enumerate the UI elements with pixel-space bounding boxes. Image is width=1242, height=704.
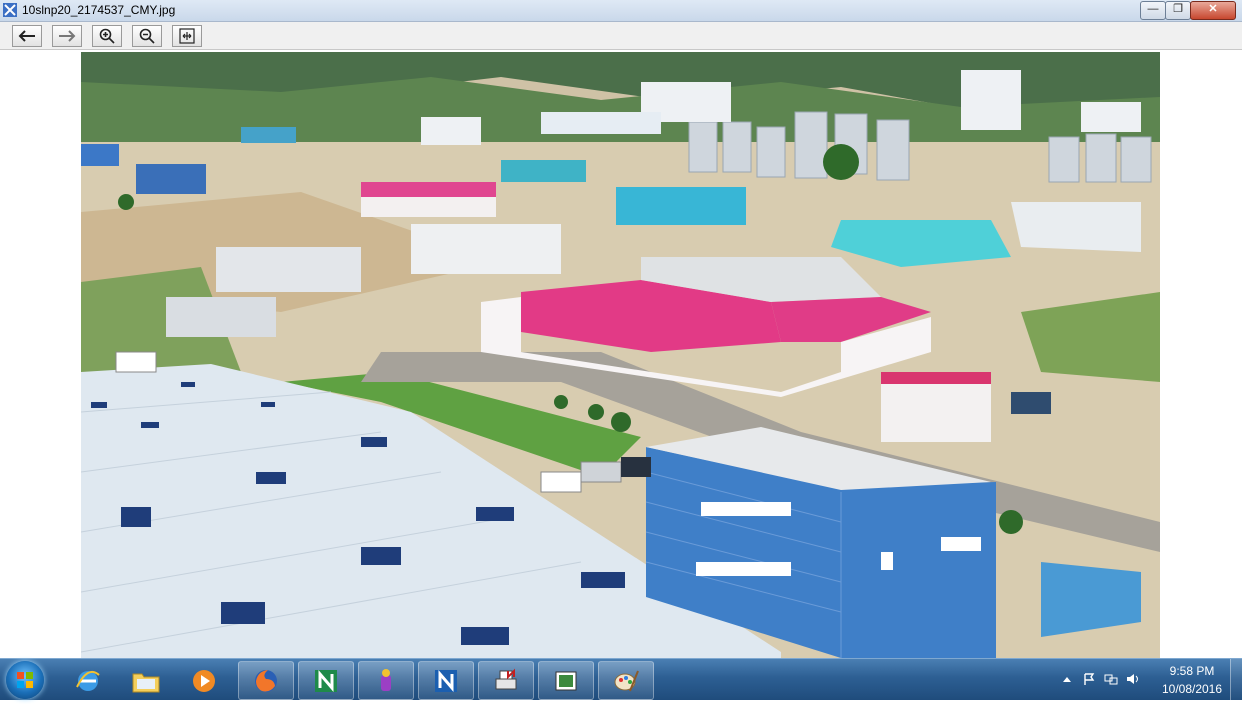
firefox-icon	[255, 669, 277, 692]
paint-icon	[614, 670, 639, 691]
network-icon[interactable]	[1104, 673, 1118, 685]
taskbar: 9:58 PM 10/08/2016	[0, 658, 1242, 700]
taskbar-firefox[interactable]	[238, 661, 294, 700]
folder-icon	[132, 673, 160, 692]
taskbar-n-app-green[interactable]	[298, 661, 354, 700]
viewer-toolbar	[0, 22, 1242, 50]
title-bar: 10slnp20_2174537_CMY.jpg — ❐ ✕	[0, 0, 1242, 22]
zoom-out-icon	[139, 28, 155, 44]
viewer-icon	[555, 671, 577, 690]
n-green-icon	[315, 669, 337, 692]
n-printer-icon	[495, 668, 517, 689]
zoom-in-icon	[99, 28, 115, 44]
taskbar-viewer[interactable]	[538, 661, 594, 700]
fit-window-button[interactable]	[172, 25, 202, 47]
media-player-icon	[193, 669, 215, 692]
aerial-photo	[81, 52, 1160, 658]
taskbar-installer[interactable]	[358, 661, 414, 700]
action-center-flag-icon[interactable]	[1082, 673, 1096, 685]
arrow-left-icon	[18, 30, 35, 42]
clock-time[interactable]: 9:58 PM	[1160, 664, 1224, 678]
window-title: 10slnp20_2174537_CMY.jpg	[22, 3, 176, 17]
show-desktop-button[interactable]	[1230, 659, 1242, 700]
zoom-in-button[interactable]	[92, 25, 122, 47]
minimize-button[interactable]: —	[1140, 1, 1166, 20]
fit-window-icon	[179, 28, 195, 44]
maximize-button[interactable]: ❐	[1165, 1, 1191, 20]
forward-button[interactable]	[52, 25, 82, 47]
taskbar-n-printer[interactable]	[478, 661, 534, 700]
close-button[interactable]: ✕	[1190, 1, 1236, 20]
arrow-right-icon	[59, 30, 76, 42]
back-button[interactable]	[12, 25, 42, 47]
start-button[interactable]	[6, 661, 44, 699]
windows-logo-icon	[17, 672, 33, 688]
zoom-out-button[interactable]	[132, 25, 162, 47]
image-viewer-area	[0, 50, 1242, 658]
taskbar-file-explorer[interactable]	[118, 661, 174, 700]
taskbar-media-player[interactable]	[176, 661, 232, 700]
volume-icon[interactable]	[1126, 673, 1140, 685]
clock-date[interactable]: 10/08/2016	[1160, 682, 1224, 696]
show-hidden-icons-icon[interactable]	[1060, 673, 1074, 685]
ie-icon	[76, 670, 100, 691]
taskbar-n-app-blue[interactable]	[418, 661, 474, 700]
image-viewer-icon	[3, 3, 17, 17]
taskbar-paint[interactable]	[598, 661, 654, 700]
installer-icon	[381, 668, 391, 691]
taskbar-internet-explorer[interactable]	[60, 661, 116, 700]
industrial-estate-image	[81, 52, 1160, 658]
n-blue-icon	[435, 669, 457, 692]
